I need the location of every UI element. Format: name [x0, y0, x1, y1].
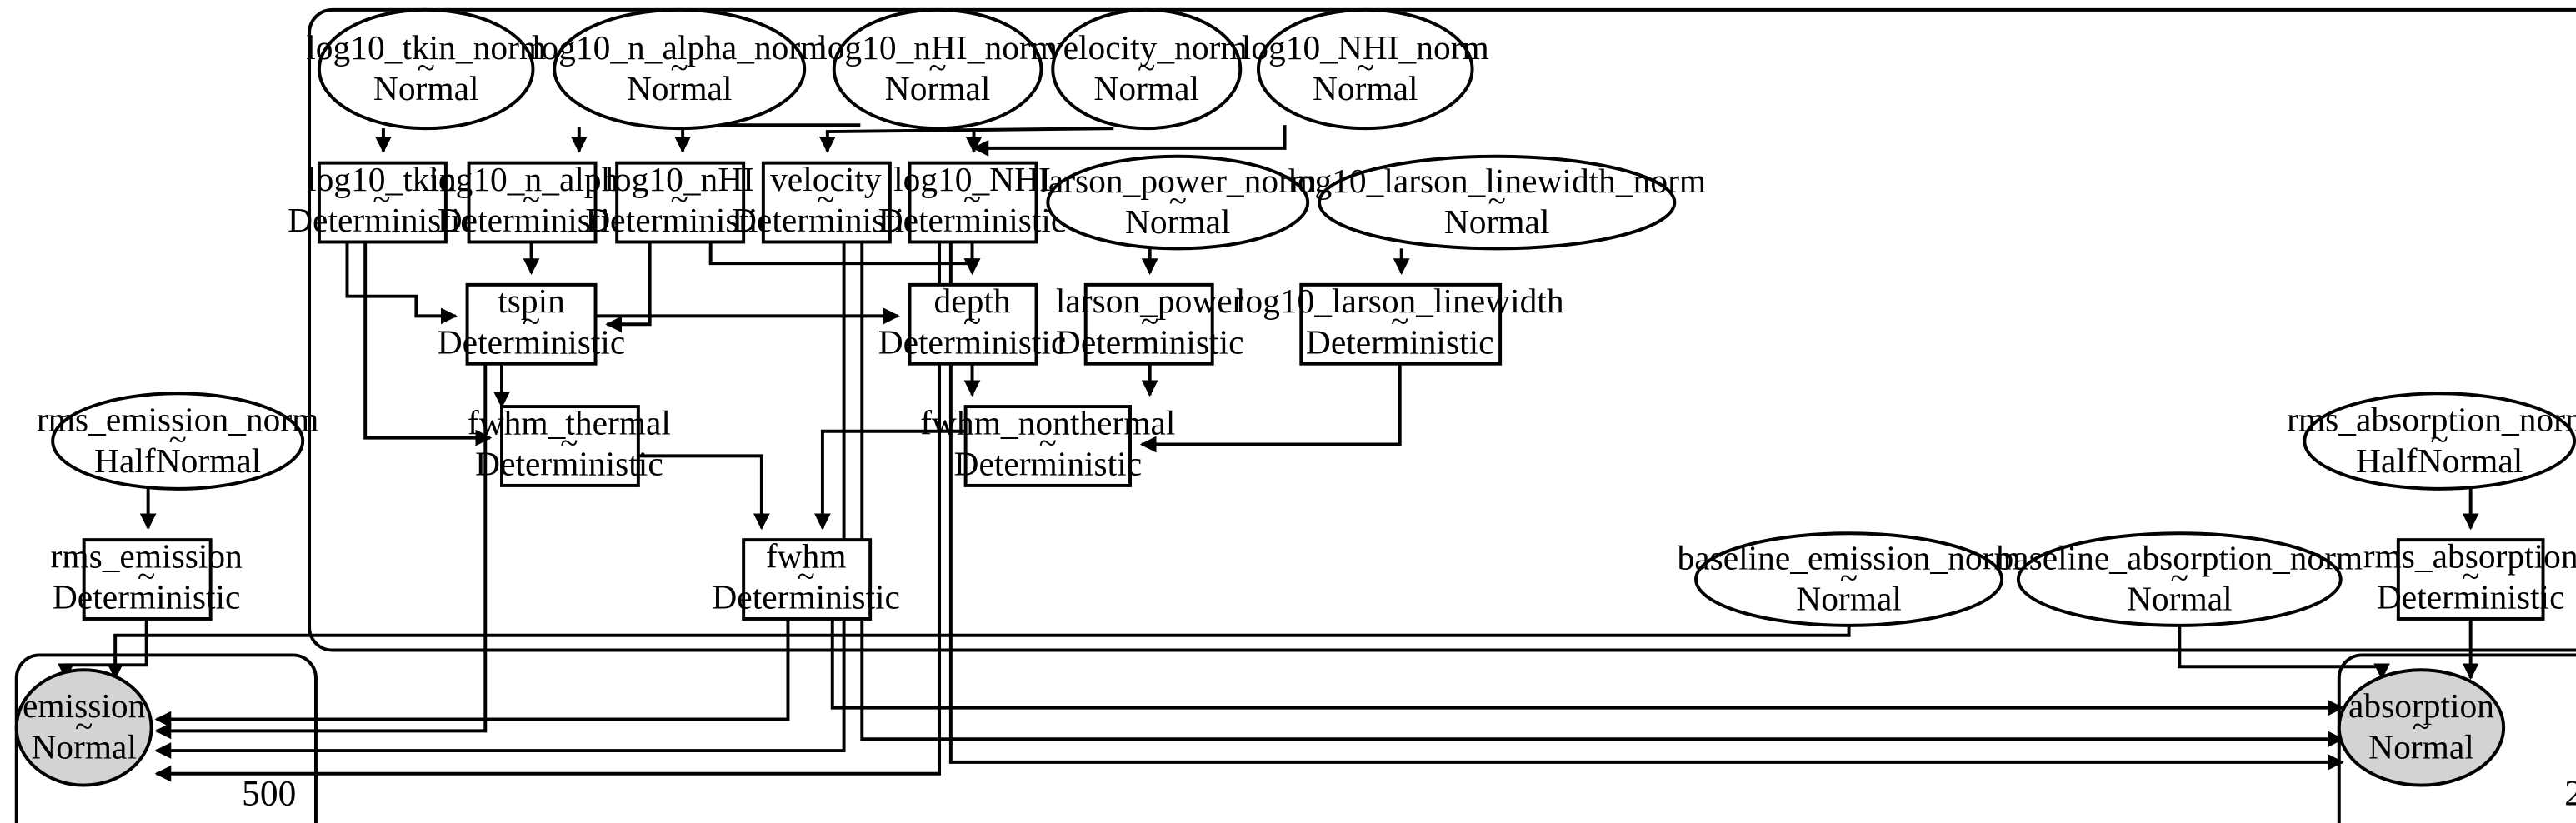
node-log10-NHI-norm[interactable]: log10_NHI_norm ~ Normal [1242, 7, 1489, 131]
node-fwhm-thermal[interactable]: fwhm_thermal ~ Deterministic [468, 403, 671, 487]
node-larson-power-norm-dist: Normal [1125, 202, 1231, 241]
node-log10-n-alpha-norm[interactable]: log10_n_alpha_norm ~ Normal [532, 7, 828, 131]
node-fwhm-dist: Deterministic [712, 578, 900, 616]
node-rms-absorption-norm-dist: HalfNormal [2356, 441, 2523, 480]
node-larson-power-norm[interactable]: larson_power_norm ~ Normal [1038, 154, 1317, 251]
plate-emission-label: 500 [242, 773, 296, 813]
node-baseline-absorption-norm[interactable]: baseline_absorption_norm ~ Normal [1996, 531, 2363, 627]
node-baseline-emission-norm[interactable]: baseline_emission_norm ~ Normal [1678, 531, 2021, 627]
node-absorption[interactable]: absorption ~ Normal [2337, 668, 2506, 787]
node-log10-tkin-norm-dist: Normal [373, 69, 479, 107]
node-emission-dist: Normal [31, 728, 137, 766]
node-log10-NHI-norm-dist: Normal [1313, 69, 1418, 107]
node-fwhm-nonthermal-dist: Deterministic [954, 445, 1143, 483]
node-larson-power-dist: Deterministic [1056, 322, 1244, 361]
node-velocity-norm-dist: Normal [1093, 69, 1199, 107]
node-log10-larson-linewidth-norm[interactable]: log10_larson_linewidth_norm ~ Normal [1288, 154, 1706, 251]
node-fwhm[interactable]: fwhm ~ Deterministic [712, 536, 900, 621]
node-log10-n-alpha-norm-dist: Normal [627, 69, 733, 107]
node-rms-emission-norm[interactable]: rms_emission_norm ~ HalfNormal [37, 392, 318, 491]
node-rms-emission[interactable]: rms_emission ~ Deterministic [51, 536, 243, 621]
node-rms-absorption[interactable]: rms_absorption ~ Deterministic [2363, 536, 2576, 621]
node-log10-nhi-norm[interactable]: log10_nHI_norm ~ Normal [818, 7, 1058, 131]
node-log10-NHI-dist: Deterministic [878, 201, 1067, 239]
node-baseline-emission-norm-dist: Normal [1796, 580, 1902, 618]
edge-log10-nhi-to-tspin [605, 242, 652, 333]
node-larson-power[interactable]: larson_power ~ Deterministic [1056, 282, 1244, 366]
node-fwhm-nonthermal[interactable]: fwhm_nonthermal ~ Deterministic [920, 403, 1175, 487]
node-log10-larson-linewidth-dist: Deterministic [1306, 322, 1494, 361]
node-log10-larson-linewidth-norm-dist: Normal [1444, 202, 1550, 241]
node-rms-emission-norm-dist: HalfNormal [94, 441, 261, 480]
node-tspin[interactable]: tspin ~ Deterministic [438, 282, 626, 366]
plate-absorption-label: 200 [2564, 773, 2576, 813]
node-log10-larson-linewidth[interactable]: log10_larson_linewidth ~ Deterministic [1236, 282, 1564, 366]
node-depth[interactable]: depth ~ Deterministic [878, 282, 1067, 366]
edge-log10-larson-linewidth-to-fwhm-nonthermal [1139, 363, 1402, 453]
node-rms-absorption-norm[interactable]: rms_absorption_norm ~ HalfNormal [2287, 392, 2576, 491]
edge-fwhm-to-absorption [830, 618, 2344, 716]
edge-log10-tkin-to-tspin [345, 242, 458, 325]
edge-log10-nhi-norm-to-log10-nhi [674, 123, 861, 153]
node-depth-dist: Deterministic [878, 322, 1067, 361]
edge-log10-nhi-to-depth [708, 242, 981, 275]
node-log10-tkin-norm[interactable]: log10_tkin_norm ~ Normal [306, 7, 546, 131]
node-absorption-dist: Normal [2368, 728, 2474, 766]
node-log10-nhi-norm-dist: Normal [885, 69, 991, 107]
node-tspin-dist: Deterministic [438, 322, 626, 361]
node-rms-absorption-dist: Deterministic [2377, 578, 2565, 616]
model-graph-figure: cloud (3) baseline_coeff (3) 500 200 [0, 0, 2576, 823]
model-graph-canvas: cloud (3) baseline_coeff (3) 500 200 [14, 7, 2576, 823]
node-velocity-norm[interactable]: velocity_norm ~ Normal [1046, 7, 1248, 131]
node-emission[interactable]: emission ~ Normal [14, 668, 153, 787]
node-rms-emission-dist: Deterministic [53, 578, 241, 616]
node-fwhm-thermal-dist: Deterministic [475, 445, 663, 483]
node-baseline-absorption-norm-dist: Normal [2127, 580, 2233, 618]
